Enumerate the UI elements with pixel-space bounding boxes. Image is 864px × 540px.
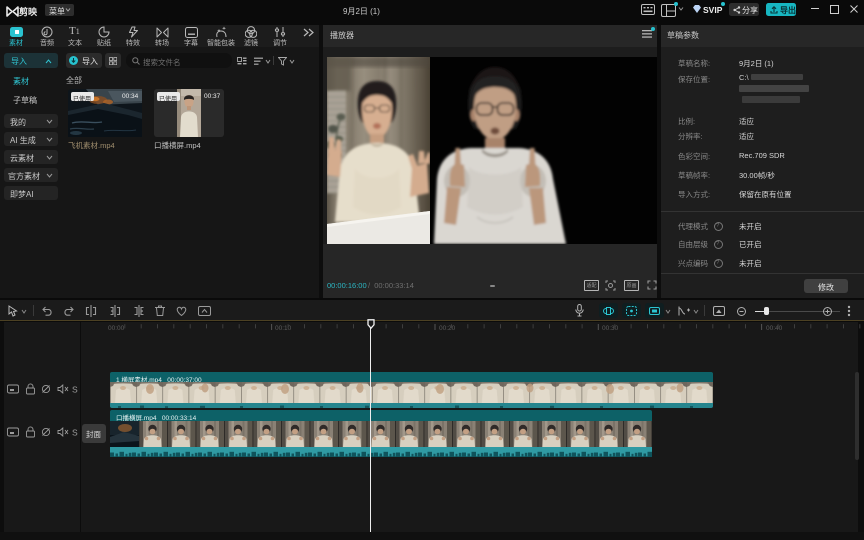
svg-text:00:10: 00:10 [275,325,292,332]
svg-text:00:40: 00:40 [766,325,783,332]
svg-text:00:30: 00:30 [602,325,619,332]
svg-text:S: S [72,385,78,395]
svg-text:00:20: 00:20 [439,325,456,332]
svg-text:S: S [72,428,78,438]
svg-text:00:00: 00:00 [108,325,125,332]
